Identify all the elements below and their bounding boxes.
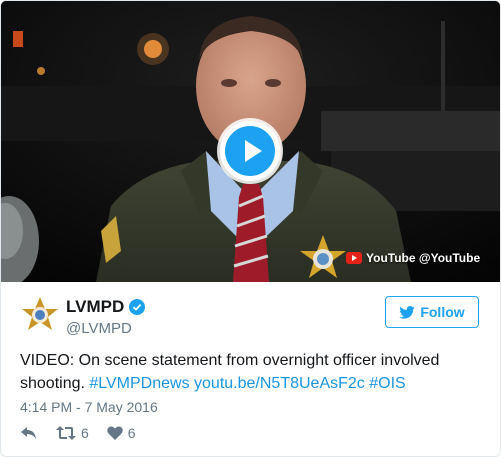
retweet-button[interactable]: 6 — [56, 425, 89, 441]
tweet-actions: 6 6 — [20, 425, 136, 441]
youtube-source-label: YouTube @YouTube — [366, 251, 481, 265]
twitter-bird-icon — [399, 305, 416, 319]
youtube-source-badge[interactable]: YouTube @YouTube — [346, 251, 480, 265]
tweet-header: LVMPD @LVMPD Follow — [19, 295, 481, 339]
reply-icon — [21, 427, 36, 439]
author-names: LVMPD @LVMPD — [66, 297, 146, 337]
hashtag-link-lvmpdnews[interactable]: #LVMPDnews — [89, 375, 189, 392]
follow-button-label: Follow — [420, 304, 465, 320]
heart-icon — [107, 426, 123, 440]
sheriff-star-icon[interactable] — [19, 295, 61, 337]
like-button[interactable]: 6 — [107, 425, 136, 441]
follow-button[interactable]: Follow — [385, 296, 479, 328]
youtube-url-link[interactable]: youtu.be/N5T8UeAsF2c — [194, 375, 365, 392]
author-handle[interactable]: @LVMPD — [66, 320, 145, 337]
verified-badge-icon — [129, 299, 146, 315]
retweet-icon — [56, 426, 76, 440]
tweet-text: VIDEO: On scene statement from overnight… — [20, 349, 482, 395]
embedded-tweet-card: YouTube @YouTube LVMPD @LVMPD Follow VID… — [0, 0, 501, 457]
youtube-logo-icon — [346, 252, 362, 264]
hashtag-link-ois[interactable]: #OIS — [369, 375, 405, 392]
reply-button[interactable] — [20, 426, 38, 440]
author-display-name[interactable]: LVMPD — [66, 297, 124, 317]
video-thumbnail[interactable]: YouTube @YouTube — [1, 1, 500, 282]
retweet-count: 6 — [81, 425, 89, 441]
tweet-timestamp[interactable]: 4:14 PM - 7 May 2016 — [20, 399, 158, 415]
play-button[interactable] — [220, 121, 280, 181]
play-icon — [245, 140, 262, 162]
like-count: 6 — [127, 425, 136, 441]
